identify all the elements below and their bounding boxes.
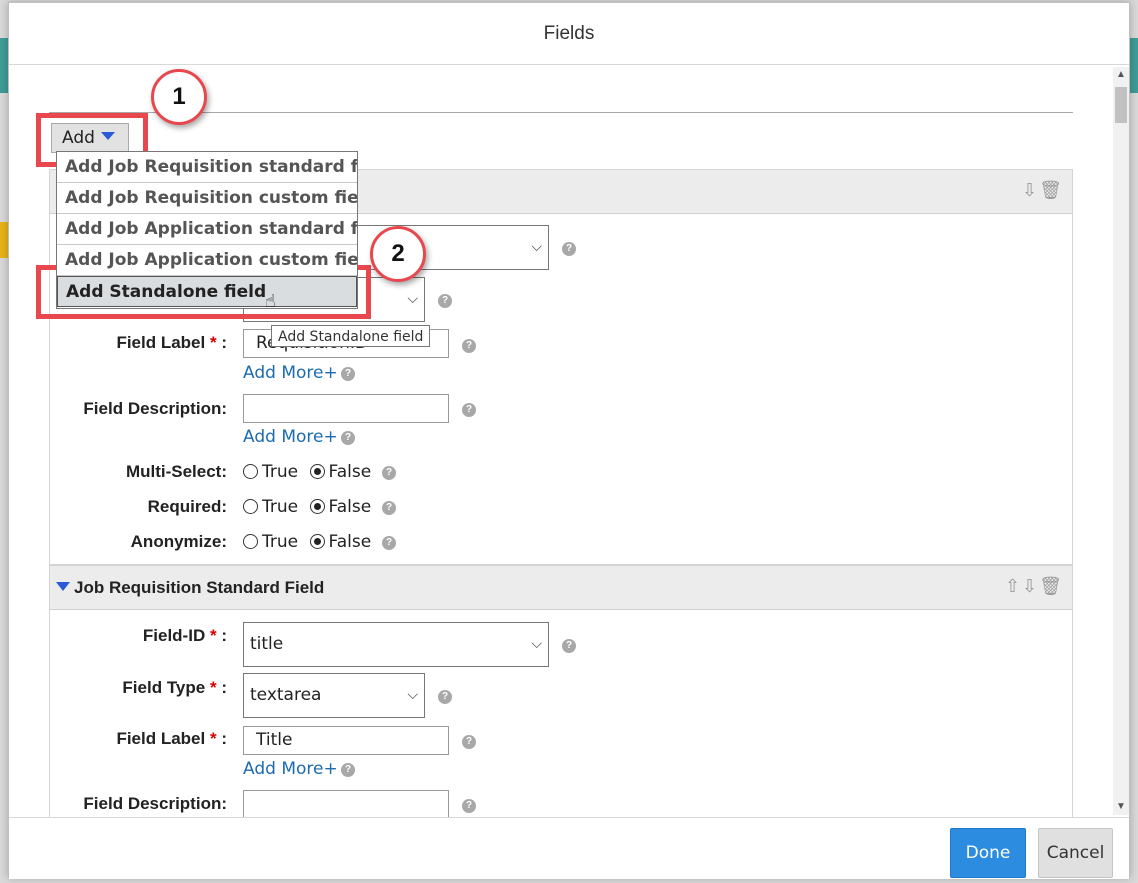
dialog-title: Fields [9,3,1129,65]
scroll-thumb[interactable] [1115,87,1127,123]
fields-dialog: Fields ⇩🗑 ⌵ ? ⌵ ? Field Label * : Requis… [8,2,1131,879]
add-more-link[interactable]: Add More+ [243,759,338,779]
add-more-link[interactable]: Add More+ [243,363,338,383]
field-description-input-2[interactable] [243,790,449,817]
help-icon[interactable]: ? [341,431,355,445]
anonymize-label: Anonymize: [130,532,227,551]
help-icon[interactable]: ? [562,639,576,653]
help-icon[interactable]: ? [562,242,576,256]
background-header-strip-right [1130,38,1138,93]
field-label-label: Field Label * : [116,333,227,352]
section-title: Job Requisition Standard Field [74,578,325,597]
step-badge-1: 1 [151,69,207,125]
scroll-down-icon[interactable]: ▼ [1113,799,1129,815]
help-icon[interactable]: ? [462,339,476,353]
menu-item-job-requisition-standard[interactable]: Add Job Requisition standard field [57,152,357,183]
dialog-footer: Done Cancel [9,817,1129,879]
panel-1-actions: ⇩🗑 [1022,180,1064,201]
required-label: Required: [147,497,227,516]
chevron-down-icon: ⌵ [407,291,418,307]
help-icon[interactable]: ? [438,294,452,308]
field-description-label: Field Description: [83,399,227,418]
required-false-radio[interactable] [309,499,325,514]
multi-select-false-radio[interactable] [309,464,325,479]
anonymize-radio-group: True False [243,532,371,552]
help-icon[interactable]: ? [341,367,355,381]
required-true-radio[interactable] [243,499,258,514]
dialog-body: ⇩🗑 ⌵ ? ⌵ ? Field Label * : RequisitionID… [9,65,1131,817]
field-description-input-1[interactable] [243,394,449,423]
multi-select-label: Multi-Select: [125,462,227,481]
add-more-link[interactable]: Add More+ [243,427,338,447]
help-icon[interactable]: ? [438,690,452,704]
required-radio-group: True False [243,497,371,517]
menu-item-job-requisition-custom[interactable]: Add Job Requisition custom field [57,183,357,214]
move-up-icon[interactable]: ⇧ [1005,576,1022,596]
step-badge-2: 2 [370,226,426,282]
scrollbar[interactable]: ▲ ▼ [1113,67,1129,815]
field-panel-2-header: Job Requisition Standard Field ⇧⇩🗑 [50,566,1072,610]
field-id-select-2[interactable]: title ⌵ [243,622,549,667]
chevron-down-icon: ⌵ [531,239,542,255]
help-icon[interactable]: ? [462,403,476,417]
add-dropdown-menu: Add Job Requisition standard field Add J… [56,151,358,309]
chevron-down-icon: ⌵ [531,636,542,652]
cancel-button[interactable]: Cancel [1038,828,1113,878]
help-icon[interactable]: ? [382,536,396,550]
anonymize-false-radio[interactable] [309,534,325,549]
help-icon[interactable]: ? [382,466,396,480]
help-icon[interactable]: ? [462,735,476,749]
multi-select-true-radio[interactable] [243,464,258,479]
scroll-up-icon[interactable]: ▲ [1113,67,1129,83]
hand-cursor-icon: ☝ [265,291,276,311]
done-button[interactable]: Done [950,828,1026,878]
field-description-label-2: Field Description: [83,794,227,813]
field-id-label: Field-ID * : [142,626,227,645]
panel-2-actions: ⇧⇩🗑 [1005,576,1064,597]
delete-icon[interactable]: 🗑 [1039,180,1064,200]
collapse-triangle-icon[interactable] [56,582,70,591]
move-down-icon[interactable]: ⇩ [1022,576,1039,596]
move-down-icon[interactable]: ⇩ [1022,180,1039,200]
chevron-down-icon: ⌵ [407,687,418,703]
field-type-label: Field Type * : [122,678,227,697]
anonymize-true-radio[interactable] [243,534,258,549]
menu-item-job-application-standard[interactable]: Add Job Application standard field [57,214,357,245]
help-icon[interactable]: ? [341,763,355,777]
divider [49,112,1073,113]
help-icon[interactable]: ? [382,501,396,515]
tooltip: Add Standalone field [271,325,431,347]
field-label-label-2: Field Label * : [116,729,227,748]
multi-select-radio-group: True False [243,462,371,482]
field-type-select-2[interactable]: textarea ⌵ [243,673,425,718]
menu-item-standalone[interactable]: Add Standalone field [57,276,357,307]
help-icon[interactable]: ? [462,799,476,813]
field-label-input-2[interactable]: Title [243,726,449,755]
delete-icon[interactable]: 🗑 [1039,576,1064,596]
menu-item-job-application-custom[interactable]: Add Job Application custom field [57,245,357,276]
